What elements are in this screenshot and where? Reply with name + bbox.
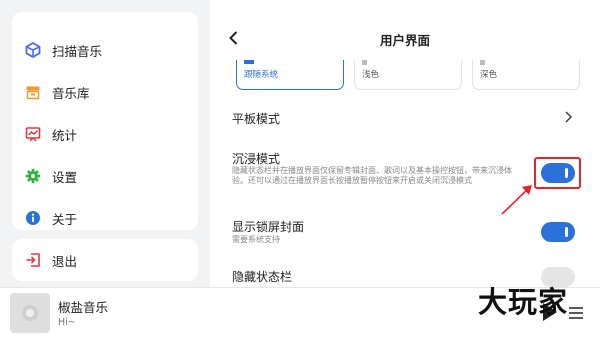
sidebar-item-label: 统计 — [52, 127, 78, 143]
theme-preview-mark — [480, 60, 485, 65]
settings-gear-icon — [24, 167, 42, 185]
immersive-mode-description: 隐藏状态栏并在播放界面仅保留专辑封面、歌词以及基本操控按钮，带来沉浸体验。还可以… — [232, 166, 512, 185]
music-library-icon — [24, 83, 42, 101]
sidebar-item-exit[interactable]: 退出 — [12, 239, 198, 281]
theme-option-follow-system[interactable]: 跟随系统 — [236, 60, 344, 90]
theme-preview-mark — [362, 60, 367, 65]
theme-option-label: 深色 — [480, 70, 498, 80]
chevron-right-icon[interactable] — [563, 110, 573, 124]
lock-screen-cover-description: 需要系统支持 — [232, 235, 280, 244]
sidebar-item-about[interactable]: 关于 — [12, 198, 198, 238]
sidebar-item-label: 设置 — [52, 169, 78, 185]
toggle-knob — [565, 227, 568, 237]
sidebar-item-music-library[interactable]: 音乐库 — [12, 72, 198, 112]
sidebar-item-settings[interactable]: 设置 — [12, 156, 198, 196]
immersive-mode-label: 沉浸模式 — [232, 152, 281, 166]
watermark-logo: 大玩家 — [478, 285, 569, 319]
disc-icon — [22, 305, 38, 321]
theme-option-label: 跟随系统 — [244, 70, 279, 80]
exit-label: 退出 — [52, 253, 78, 269]
exit-icon — [24, 251, 42, 269]
theme-option-label: 浅色 — [362, 70, 380, 80]
album-cover[interactable] — [10, 293, 50, 333]
sidebar-menu: 扫描音乐 音乐库 统计 设置 关于 — [12, 12, 198, 230]
statistics-icon — [24, 125, 42, 143]
scan-music-icon — [24, 41, 42, 59]
sidebar-item-label: 音乐库 — [52, 85, 90, 101]
highlight-box — [534, 157, 581, 189]
annotation-arrow-icon — [501, 185, 532, 215]
info-icon — [24, 209, 42, 227]
hide-status-bar-label: 隐藏状态栏 — [232, 270, 293, 284]
user-interface-panel: 用户界面 跟随系统 浅色 深色 平板模式 沉浸模式 隐藏状态栏并在播放界面仅保留… — [210, 0, 600, 287]
page-title: 用户界面 — [379, 33, 430, 48]
lock-screen-cover-label: 显示锁屏封面 — [232, 220, 305, 234]
sidebar-item-scan-music[interactable]: 扫描音乐 — [12, 30, 198, 70]
sidebar-item-label: 扫描音乐 — [52, 43, 103, 59]
theme-preview-mark — [244, 60, 254, 64]
lock-screen-cover-toggle[interactable] — [541, 222, 575, 242]
theme-option-dark[interactable]: 深色 — [472, 60, 580, 90]
theme-option-light[interactable]: 浅色 — [354, 60, 462, 90]
player-subtitle: Hi~ — [58, 317, 76, 328]
theme-selector: 跟随系统 浅色 深色 — [236, 60, 581, 90]
player-title: 椒盐音乐 — [58, 300, 109, 315]
playlist-icon[interactable] — [568, 305, 584, 321]
tablet-mode-label[interactable]: 平板模式 — [232, 110, 280, 127]
sidebar-item-statistics[interactable]: 统计 — [12, 114, 198, 154]
sidebar-item-label: 关于 — [52, 211, 78, 227]
